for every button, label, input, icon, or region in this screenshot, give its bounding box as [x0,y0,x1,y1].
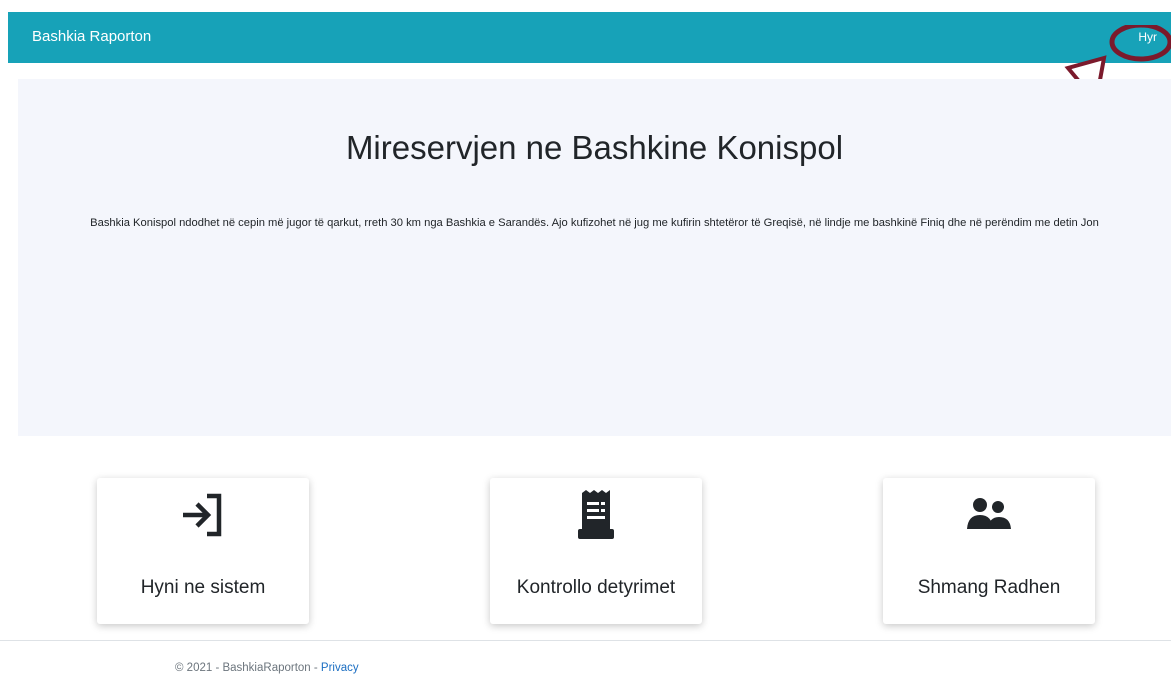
login-link[interactable]: Hyr [1138,30,1157,44]
top-strip [0,0,1171,12]
login-card[interactable]: Hyni ne sistem [97,478,309,624]
municipality-description: Bashkia Konispol ndodhet në cepin më jug… [90,217,1099,229]
brand-link[interactable]: Bashkia Raporton [32,28,151,45]
welcome-jumbotron: Mireservjen ne Bashkine Konispol Bashkia… [18,79,1171,436]
user-group-icon [883,488,1095,542]
navbar: Bashkia Raporton Hyr [8,12,1171,63]
check-obligations-card-label: Kontrollo detyrimet [516,577,676,598]
login-card-label: Hyni ne sistem [140,577,266,598]
footer-copyright: © 2021 - BashkiaRaporton - Privacy [175,662,359,674]
skip-queue-card-label: Shmang Radhen [917,577,1061,598]
footer: © 2021 - BashkiaRaporton - Privacy [0,640,1171,688]
skip-queue-card[interactable]: Shmang Radhen [883,478,1095,624]
page-title: Mireservjen ne Bashkine Konispol [345,129,844,166]
privacy-link[interactable]: Privacy [321,662,359,674]
sign-in-icon [97,488,309,542]
copyright-text: © 2021 - BashkiaRaporton - [175,662,321,674]
receipt-icon [490,488,702,542]
check-obligations-card[interactable]: Kontrollo detyrimet [490,478,702,624]
